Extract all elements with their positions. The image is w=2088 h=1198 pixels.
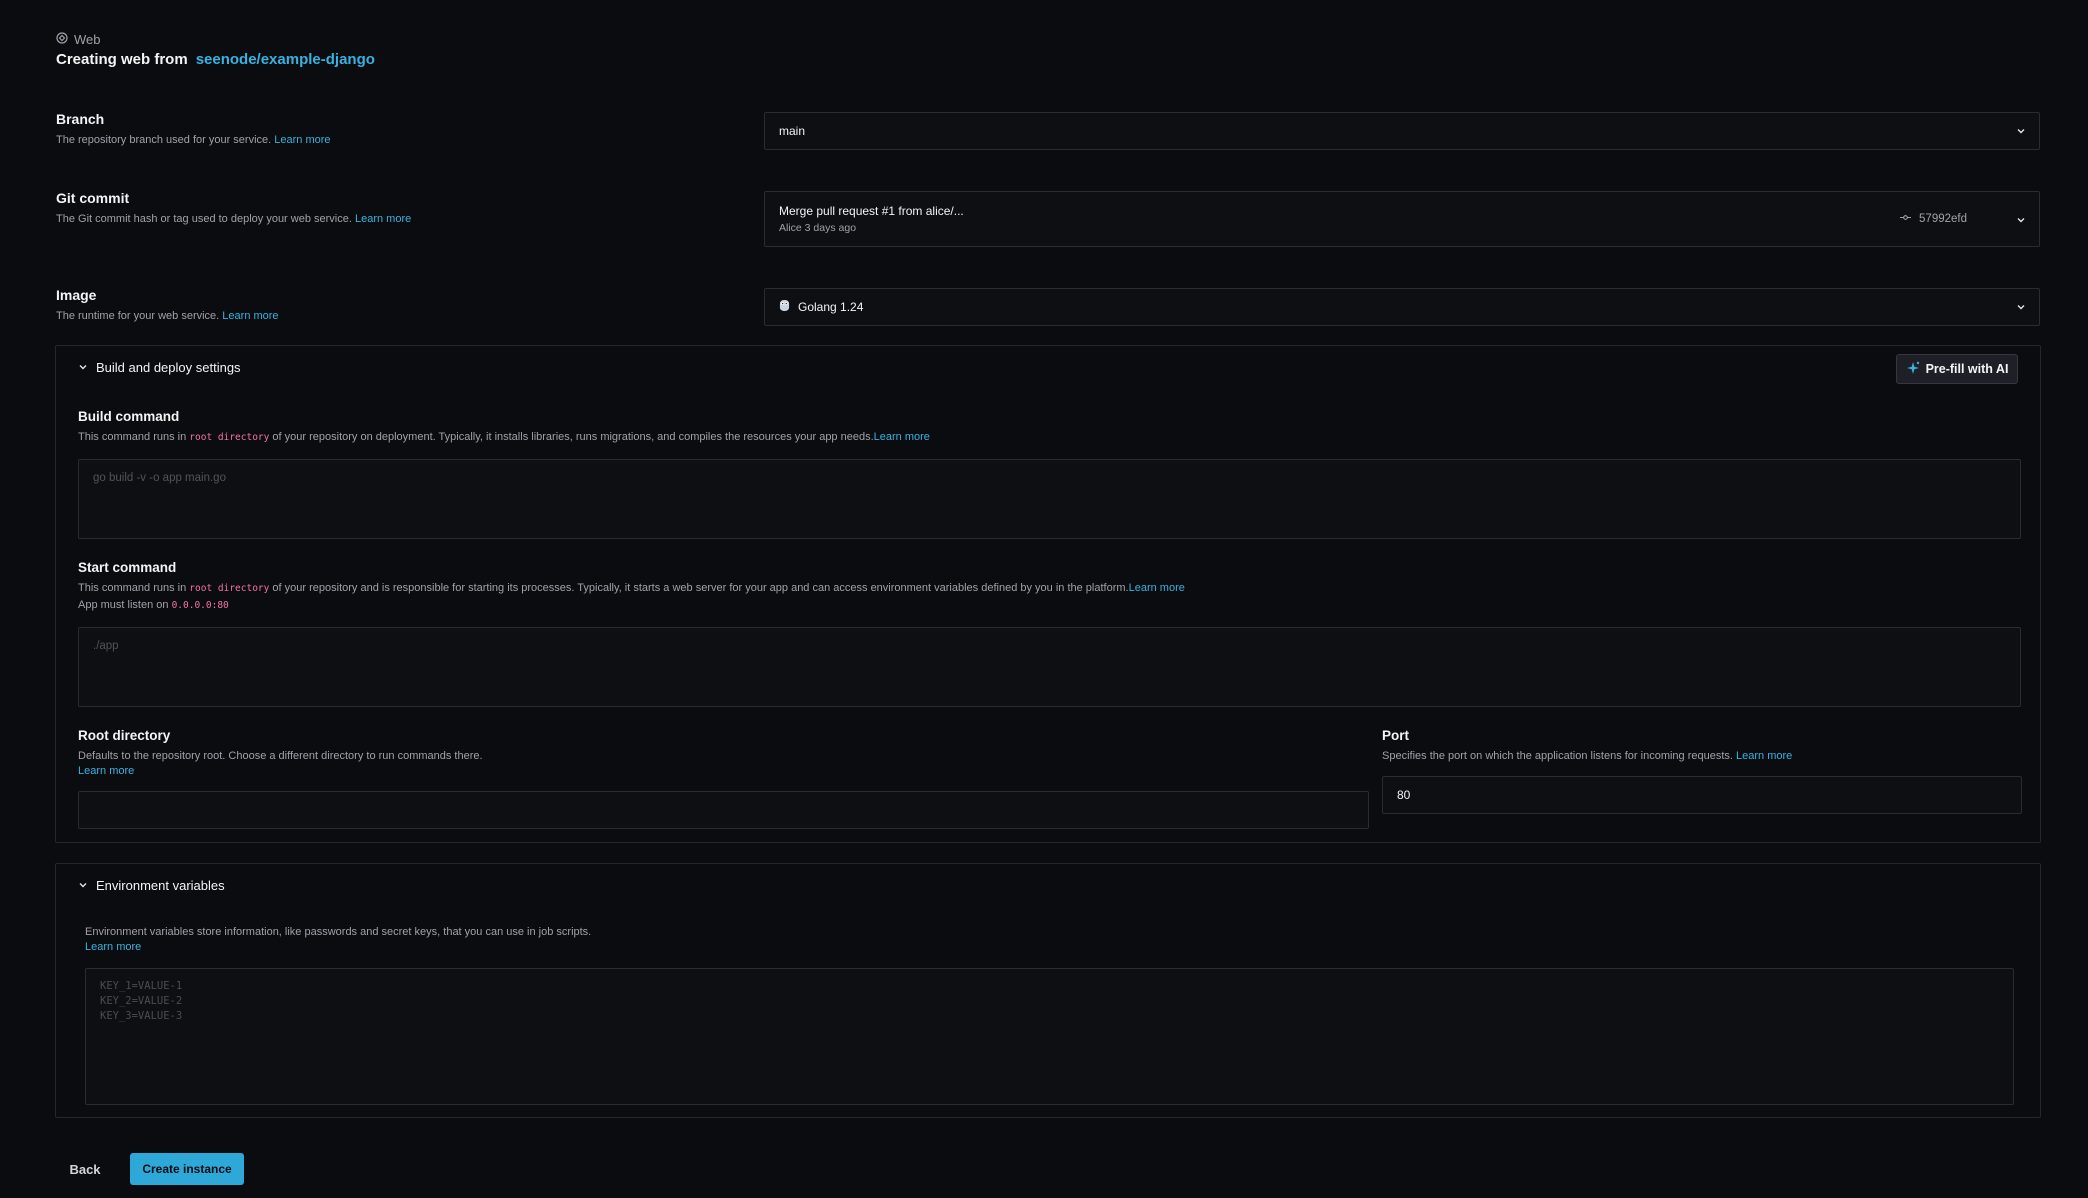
image-select[interactable]: Golang 1.24 [764,288,2040,326]
env-vars-description: Environment variables store information,… [85,925,591,956]
back-button[interactable]: Back [56,1153,114,1185]
image-label: Image [56,287,97,303]
env-vars-panel-title: Environment variables [96,878,225,893]
listen-address-code: 0.0.0.0:80 [171,600,229,612]
root-directory-label: Root directory [78,728,171,743]
start-command-description: This command runs in root directory of y… [78,582,1185,594]
chevron-down-icon [78,878,88,893]
start-command-input[interactable]: ./app [78,627,2021,707]
chevron-down-icon [2015,214,2027,226]
image-value: Golang 1.24 [798,300,864,314]
chevron-down-icon [2015,125,2027,137]
commit-learn-more-link[interactable]: Learn more [355,213,411,225]
branch-select[interactable]: main [764,112,2040,150]
port-info: Port Specifies the port on which the app… [1382,728,2022,764]
port-input[interactable]: 80 [1382,776,2022,814]
build-command-input[interactable]: go build -v -o app main.go [78,459,2021,539]
repo-link[interactable]: seenode/example-django [196,51,375,68]
root-directory-code: root directory [189,432,270,443]
page-title-prefix: Creating web from [56,51,188,68]
root-directory-code: root directory [189,583,270,594]
commit-field-info: Git commit The Git commit hash or tag us… [56,190,716,227]
env-vars-learn-more-link[interactable]: Learn more [85,940,591,955]
listen-address-note: App must listen on 0.0.0.0:80 [78,599,229,612]
root-directory-input[interactable] [78,791,1369,829]
build-deploy-panel-title: Build and deploy settings [96,360,241,375]
root-directory-learn-more-link[interactable]: Learn more [78,764,1368,779]
sparkle-icon [1906,361,1920,378]
build-command-label: Build command [78,409,180,424]
page-title: Creating web from seenode/example-django [56,51,375,68]
build-deploy-panel-toggle[interactable]: Build and deploy settings [78,360,241,375]
chevron-down-icon [78,360,88,375]
commit-hash-value: 57992efd [1919,213,1967,225]
commit-description: The Git commit hash or tag used to deplo… [56,213,412,225]
image-learn-more-link[interactable]: Learn more [222,310,278,322]
env-placeholder-line: KEY_3=VALUE-3 [100,1010,183,1022]
commit-select[interactable]: Merge pull request #1 from alice/... Ali… [764,191,2040,247]
env-placeholder-line: KEY_2=VALUE-2 [100,995,183,1007]
commit-label: Git commit [56,190,130,206]
breadcrumb[interactable]: Web [56,32,101,47]
web-service-icon [56,32,68,47]
build-command-info: Build command This command runs in root … [78,409,2018,445]
env-vars-panel: Environment variables Environment variab… [55,863,2041,1118]
chevron-down-icon [2015,301,2027,313]
branch-learn-more-link[interactable]: Learn more [274,134,330,146]
build-deploy-panel: Build and deploy settings Pre-fill with … [55,345,2041,843]
golang-gopher-icon [779,299,790,315]
build-command-learn-more-link[interactable]: Learn more [874,431,930,443]
build-command-description: This command runs in root directory of y… [78,431,930,443]
start-command-info: Start command This command runs in root … [78,560,2018,614]
git-commit-icon [1900,212,1912,226]
breadcrumb-label: Web [74,32,101,47]
env-vars-input[interactable]: KEY_1=VALUE-1 KEY_2=VALUE-2 KEY_3=VALUE-… [85,968,2014,1105]
root-directory-description: Defaults to the repository root. Choose … [78,749,1368,780]
start-command-learn-more-link[interactable]: Learn more [1129,582,1185,594]
branch-field-info: Branch The repository branch used for yo… [56,111,716,148]
prefill-ai-label: Pre-fill with AI [1925,362,2009,376]
commit-meta: Alice 3 days ago [779,222,857,234]
image-field-info: Image The runtime for your web service. … [56,287,716,324]
image-description: The runtime for your web service. Learn … [56,310,279,322]
branch-description: The repository branch used for your serv… [56,134,331,146]
commit-message: Merge pull request #1 from alice/... [779,204,964,218]
branch-value: main [779,124,806,138]
prefill-ai-button[interactable]: Pre-fill with AI [1896,354,2018,384]
branch-label: Branch [56,111,105,127]
start-command-label: Start command [78,560,177,575]
env-placeholder-line: KEY_1=VALUE-1 [100,980,183,992]
env-vars-panel-toggle[interactable]: Environment variables [78,878,225,893]
port-description: Specifies the port on which the applicat… [1382,750,1793,762]
root-directory-info: Root directory Defaults to the repositor… [78,728,1368,780]
commit-hash: 57992efd [1900,212,1967,226]
port-label: Port [1382,728,1409,743]
create-instance-button[interactable]: Create instance [130,1153,244,1185]
port-learn-more-link[interactable]: Learn more [1736,750,1792,762]
